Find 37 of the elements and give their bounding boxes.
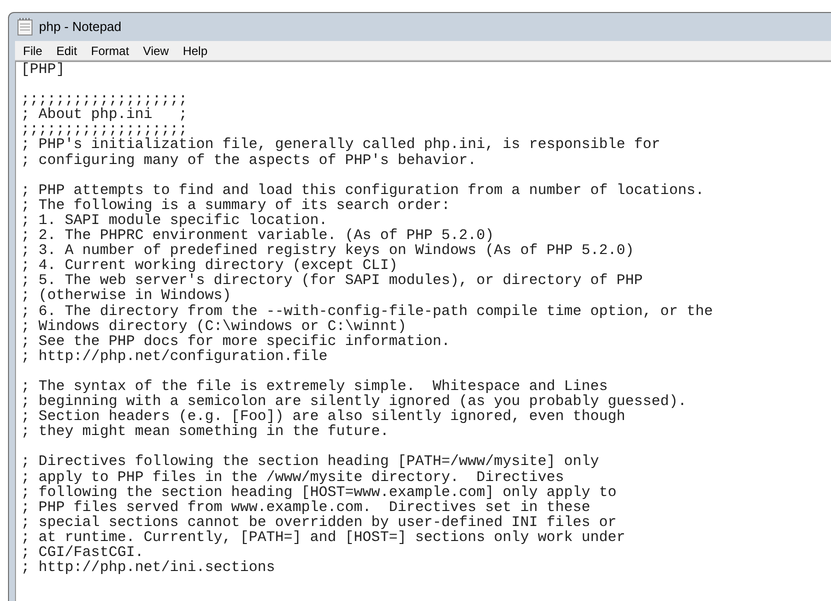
text-line: ; beginning with a semicolon are silently ignored (as you probably guessed). bbox=[21, 395, 687, 410]
text-line: ; Section headers (e.g. [Foo]) are also silently ignored, even though bbox=[21, 410, 626, 426]
text-line: ; The following is a summary of its search order: bbox=[21, 198, 450, 214]
text-line: ; 2. The PHPRC environment variable. (As of PHP 5.2.0) bbox=[21, 229, 494, 244]
text-line: ; PHP attempts to find and load this configuration from a number of locations. bbox=[21, 184, 704, 199]
text-line: ; 4. Current working directory (except CLI) bbox=[21, 259, 398, 274]
text-line: ; See the PHP docs for more specific information. bbox=[21, 334, 450, 350]
text-line: ; configuring many of the aspects of PHP's behavior. bbox=[21, 154, 476, 169]
text-line: ; they might mean something in the future. bbox=[21, 425, 389, 440]
text-line: ; following the section heading [HOST=www.example.com] only apply to bbox=[21, 486, 617, 501]
text-line: ; Directives following the section heading [PATH=/www/mysite] only bbox=[21, 455, 600, 470]
text-line: ; 3. A number of predefined registry keys on Windows (As of PHP 5.2.0) bbox=[21, 244, 634, 260]
menu-item[interactable]: View bbox=[143, 42, 169, 60]
text-line: ; at runtime. Currently, [PATH=] and [HOST=] sections only work under bbox=[21, 530, 626, 546]
menu-item[interactable]: Format bbox=[91, 42, 130, 60]
text-line: ; Windows directory (C:\windows or C:\winnt) bbox=[21, 320, 406, 335]
text-line: ; 5. The web server's directory (for SAPI modules), or directory of PHP bbox=[21, 274, 643, 290]
text-line: ; http://php.net/ini.sections bbox=[21, 561, 275, 576]
text-line: ; special sections cannot be overridden by user-defined INI files or bbox=[21, 516, 617, 531]
text-line: ;;;;;;;;;;;;;;;;;;; bbox=[21, 93, 188, 108]
menu-item[interactable]: Edit bbox=[56, 42, 78, 60]
text-line: ; apply to PHP files in the /www/mysite directory. Directives bbox=[21, 470, 564, 486]
window-title: php - Notepad bbox=[39, 18, 122, 36]
text-line: ; 1. SAPI module specific location. bbox=[21, 214, 328, 229]
text-line: ; (otherwise in Windows) bbox=[21, 289, 232, 304]
text-line: ; http://php.net/configuration.file bbox=[21, 350, 328, 365]
text-line: ; 6. The directory from the --with-config-file-path compile time option, or the bbox=[21, 304, 713, 320]
text-line: ; The syntax of the file is extremely simple. Whitespace and Lines bbox=[21, 380, 608, 395]
text-line: ; PHP's initialization file, generally called php.ini, is responsible for bbox=[21, 138, 660, 154]
menu-item[interactable]: File bbox=[23, 42, 42, 60]
text-line: ; About php.ini ; bbox=[21, 108, 188, 124]
menu-item[interactable]: Help bbox=[182, 42, 208, 60]
text-line: ; CGI/FastCGI. bbox=[21, 546, 144, 561]
notepad-icon bbox=[17, 18, 33, 36]
text-line: ; PHP files served from www.example.com. Directives set in these bbox=[21, 500, 590, 516]
text-line: ;;;;;;;;;;;;;;;;;;; bbox=[21, 123, 188, 138]
text-line: [PHP] bbox=[21, 63, 65, 78]
